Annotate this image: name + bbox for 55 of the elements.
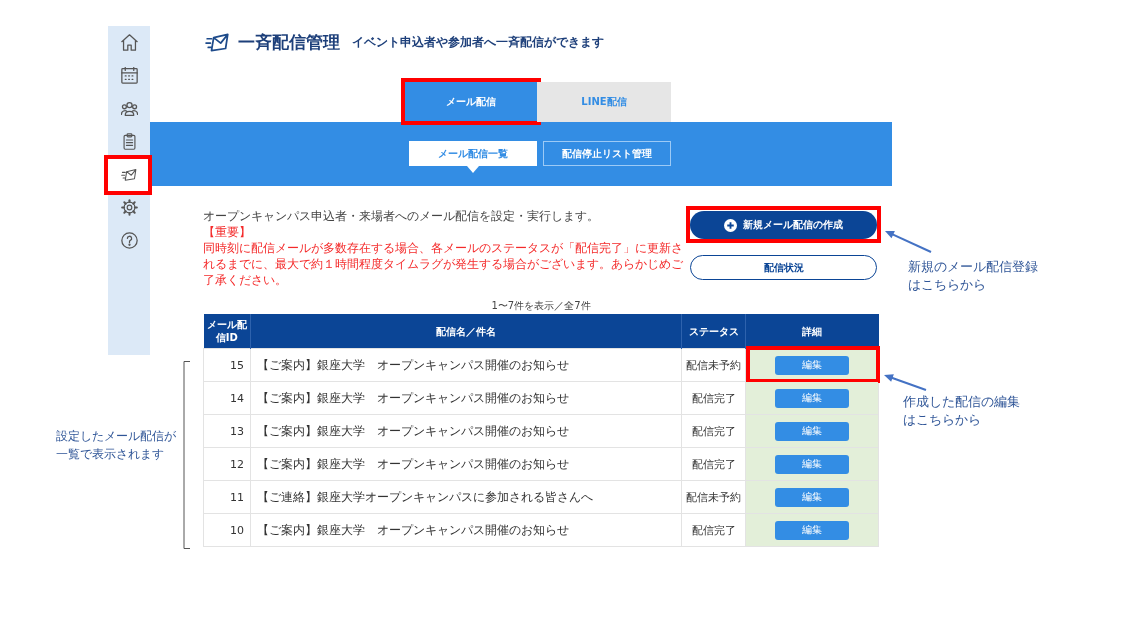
table-cell: 【ご案内】銀座大学 オープンキャンパス開催のお知らせ xyxy=(250,447,682,481)
pointer-icon xyxy=(467,166,479,173)
table-cell: 【ご案内】銀座大学 オープンキャンパス開催のお知らせ xyxy=(250,414,682,448)
result-count: 1〜7件を表示／全7件 xyxy=(491,300,591,311)
tab[interactable]: LINE配信 xyxy=(537,82,671,122)
calendar-icon xyxy=(120,67,138,84)
edit-button[interactable]: 編集 xyxy=(775,487,849,507)
callout-text: 新規のメール配信登録はこちらから xyxy=(908,258,1039,294)
page-title: 一斉配信管理 xyxy=(238,30,340,54)
subtab[interactable]: メール配信一覧 xyxy=(409,141,537,166)
table-cell: 【ご案内】銀座大学 オープンキャンパス開催のお知らせ xyxy=(250,513,682,547)
callout-text: 設定したメール配信が一覧で表示されます xyxy=(56,428,177,463)
notice-title: 【重要】 xyxy=(203,224,252,240)
edit-button[interactable]: 編集 xyxy=(775,454,849,474)
gear-icon xyxy=(120,199,138,216)
home-icon xyxy=(120,34,138,51)
column-header: ステータス xyxy=(681,314,746,349)
help-icon xyxy=(120,232,138,249)
table-cell: 【ご連絡】銀座大学オープンキャンパスに参加される皆さんへ xyxy=(250,480,682,514)
table-cell: 配信完了 xyxy=(681,513,746,547)
plus-circle-icon xyxy=(724,218,737,232)
column-header: 詳細 xyxy=(745,314,879,349)
table-cell: 10 xyxy=(203,513,251,547)
description-text: オープンキャンパス申込者・来場者へのメール配信を設定・実行します。 xyxy=(203,208,600,224)
edit-button[interactable]: 編集 xyxy=(775,388,849,408)
column-header: メール配信ID xyxy=(203,314,251,349)
page-subtitle: イベント申込者や参加者へ一斉配信ができます xyxy=(352,33,604,51)
callout-arrow xyxy=(884,230,932,254)
edit-button[interactable]: 編集 xyxy=(775,520,849,540)
column-header: 配信名／件名 xyxy=(250,314,682,349)
subtab[interactable]: 配信停止リスト管理 xyxy=(543,141,671,166)
edit-button[interactable]: 編集 xyxy=(775,355,849,375)
table-cell: 配信完了 xyxy=(681,447,746,481)
table-cell: 15 xyxy=(203,348,251,382)
callout-arrow xyxy=(882,373,928,392)
clipboard-icon xyxy=(120,133,138,150)
table-cell: 配信未予約 xyxy=(681,348,746,382)
callout-text: 作成した配信の編集はこちらから xyxy=(903,393,1021,429)
flying-envelope-icon xyxy=(205,31,231,53)
table-cell: 配信完了 xyxy=(681,381,746,415)
table-cell: 11 xyxy=(203,480,251,514)
status-button[interactable]: 配信状況 xyxy=(690,255,877,280)
table-cell: 13 xyxy=(203,414,251,448)
table-cell: 配信完了 xyxy=(681,414,746,448)
people-icon xyxy=(120,100,138,117)
flying-envelope-icon xyxy=(120,166,138,183)
notice-text: 同時刻に配信メールが多数存在する場合、各メールのステータスが「配信完了」に更新されるまでに、最大で約１時間程度タイムラグが発生する場合がございます。あらかじめご了承ください。 xyxy=(203,240,684,288)
tab[interactable]: メール配信 xyxy=(405,82,537,122)
table-cell: 配信未予約 xyxy=(681,480,746,514)
table-cell: 【ご案内】銀座大学 オープンキャンパス開催のお知らせ xyxy=(250,348,682,382)
edit-button[interactable]: 編集 xyxy=(775,421,849,441)
table-cell: 【ご案内】銀座大学 オープンキャンパス開催のお知らせ xyxy=(250,381,682,415)
table-cell: 14 xyxy=(203,381,251,415)
table-cell: 12 xyxy=(203,447,251,481)
create-button[interactable]: 新規メール配信の作成 xyxy=(690,211,877,239)
